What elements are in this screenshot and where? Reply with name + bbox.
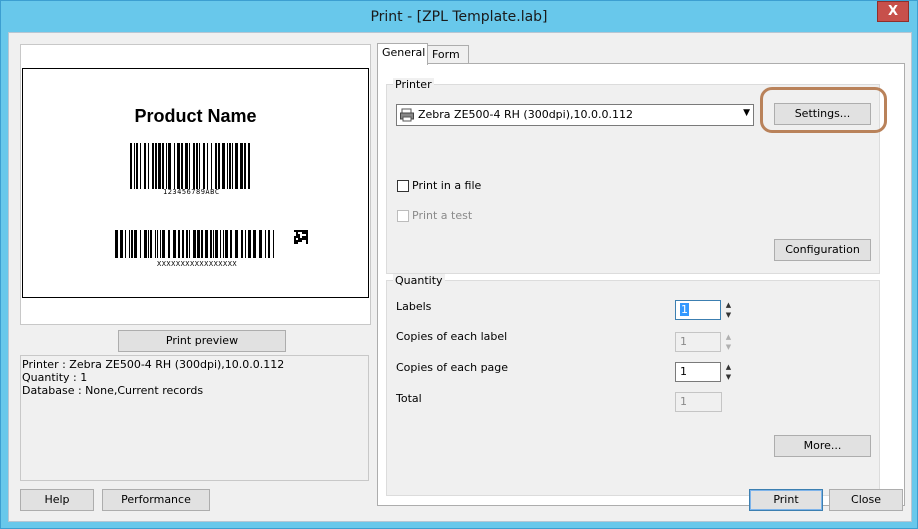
copies-each-page-stepper[interactable]: ▲ ▼ [722, 362, 735, 382]
chevron-down-icon[interactable]: ▼ [743, 108, 750, 118]
total-label: Total [396, 392, 422, 405]
window-title: Print - [ZPL Template.lab] [370, 9, 548, 25]
quantity-group: Quantity Labels 1 ▲ ▼ Copies of each labe… [386, 274, 880, 496]
datamatrix-code [294, 230, 308, 244]
chevron-up-icon[interactable]: ▲ [722, 300, 735, 310]
print-button[interactable]: Print [749, 489, 823, 511]
barcode-2 [115, 230, 274, 258]
chevron-down-icon[interactable]: ▼ [722, 310, 735, 320]
printer-group-title: Printer [393, 78, 434, 91]
labels-quantity-input[interactable]: 1 [675, 300, 721, 320]
copies-each-label-stepper[interactable]: ▲ ▼ [722, 332, 735, 352]
copies-each-label-label: Copies of each label [396, 330, 508, 343]
chevron-down-icon[interactable]: ▼ [722, 342, 735, 352]
printer-select[interactable]: Zebra ZE500-4 RH (300dpi),10.0.0.112 ▼ [396, 104, 754, 126]
print-test-label[interactable]: Print a test [412, 209, 472, 222]
label-preview: Product Name 123456789ABC XXXXXXXXXXXXXX… [22, 68, 369, 298]
label-preview-panel: Product Name 123456789ABC XXXXXXXXXXXXXX… [20, 44, 371, 325]
summary-quantity: Quantity : 1 [22, 371, 88, 384]
labels-quantity-value: 1 [680, 303, 689, 316]
labels-quantity-stepper[interactable]: ▲ ▼ [722, 300, 735, 320]
tab-form[interactable]: Form [427, 45, 469, 65]
performance-button[interactable]: Performance [102, 489, 210, 511]
copies-each-label-input[interactable]: 1 [675, 332, 721, 352]
chevron-down-icon[interactable]: ▼ [722, 372, 735, 382]
copies-each-page-label: Copies of each page [396, 361, 509, 374]
total-value: 1 [675, 392, 722, 412]
more-button[interactable]: More... [774, 435, 871, 457]
chevron-up-icon[interactable]: ▲ [722, 362, 735, 372]
print-preview-button[interactable]: Print preview [118, 330, 286, 352]
selected-printer-text: Zebra ZE500-4 RH (300dpi),10.0.0.112 [418, 108, 633, 121]
barcode-1 [130, 143, 250, 189]
settings-highlight-annotation [760, 87, 887, 133]
quantity-group-title: Quantity [393, 274, 445, 287]
print-in-file-checkbox[interactable] [397, 180, 409, 192]
summary-database: Database : None,Current records [22, 384, 204, 397]
summary-printer: Printer : Zebra ZE500-4 RH (300dpi),10.0… [22, 358, 285, 371]
preview-product-name: Product Name [134, 106, 257, 126]
printer-icon [400, 108, 414, 122]
labels-label: Labels [396, 300, 432, 313]
print-summary-panel: Printer : Zebra ZE500-4 RH (300dpi),10.0… [20, 355, 369, 481]
print-in-file-label[interactable]: Print in a file [412, 179, 481, 192]
configuration-button[interactable]: Configuration [774, 239, 871, 261]
help-button[interactable]: Help [20, 489, 94, 511]
copies-each-page-input[interactable]: 1 [675, 362, 721, 382]
print-dialog-window: Print - [ZPL Template.lab] X Product Nam… [0, 0, 918, 529]
barcode-2-text: XXXXXXXXXXXXXXXXX [157, 260, 238, 268]
tab-general[interactable]: General [377, 43, 428, 65]
barcode-1-text: 123456789ABC [163, 188, 220, 196]
print-test-checkbox[interactable] [397, 210, 409, 222]
close-button[interactable]: Close [829, 489, 903, 511]
window-close-button[interactable]: X [877, 1, 909, 22]
chevron-up-icon[interactable]: ▲ [722, 332, 735, 342]
title-bar[interactable]: Print - [ZPL Template.lab] X [1, 1, 917, 33]
